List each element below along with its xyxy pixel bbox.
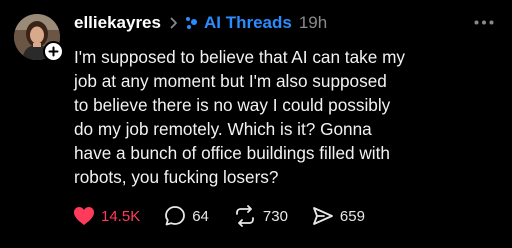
reply-button[interactable]: 64	[164, 205, 209, 227]
chevron-right-icon	[170, 17, 178, 29]
share-count: 659	[339, 207, 365, 225]
send-paper-plane-icon	[313, 207, 333, 225]
community-name: AI Threads	[203, 13, 292, 32]
sparkle-dots-icon	[185, 16, 199, 30]
reply-count: 64	[192, 207, 209, 225]
repost-button[interactable]: 730	[233, 205, 288, 227]
community-link[interactable]: AI Threads	[185, 13, 292, 33]
more-options-icon[interactable]	[474, 20, 494, 25]
plus-icon	[48, 46, 59, 57]
post-header: elliekayres AI Threads 19h	[74, 12, 327, 34]
repost-arrows-icon	[235, 205, 254, 227]
username-link[interactable]: elliekayres	[74, 13, 161, 33]
like-button[interactable]: 14.5K	[73, 206, 140, 226]
heart-filled-icon	[74, 207, 94, 225]
repost-count: 730	[262, 207, 288, 225]
thread-post: elliekayres AI Threads 19h I'm supposed …	[0, 0, 512, 248]
like-count: 14.5K	[101, 207, 141, 225]
share-button[interactable]: 659	[312, 206, 365, 226]
post-timestamp: 19h	[298, 13, 328, 32]
post-actions-bar: 14.5K 64 730 659	[73, 204, 389, 228]
avatar-container[interactable]	[14, 14, 64, 62]
follow-plus-button[interactable]	[43, 41, 64, 62]
comment-bubble-icon	[165, 206, 186, 226]
post-body-text: I'm supposed to believe that AI can take…	[74, 47, 405, 187]
